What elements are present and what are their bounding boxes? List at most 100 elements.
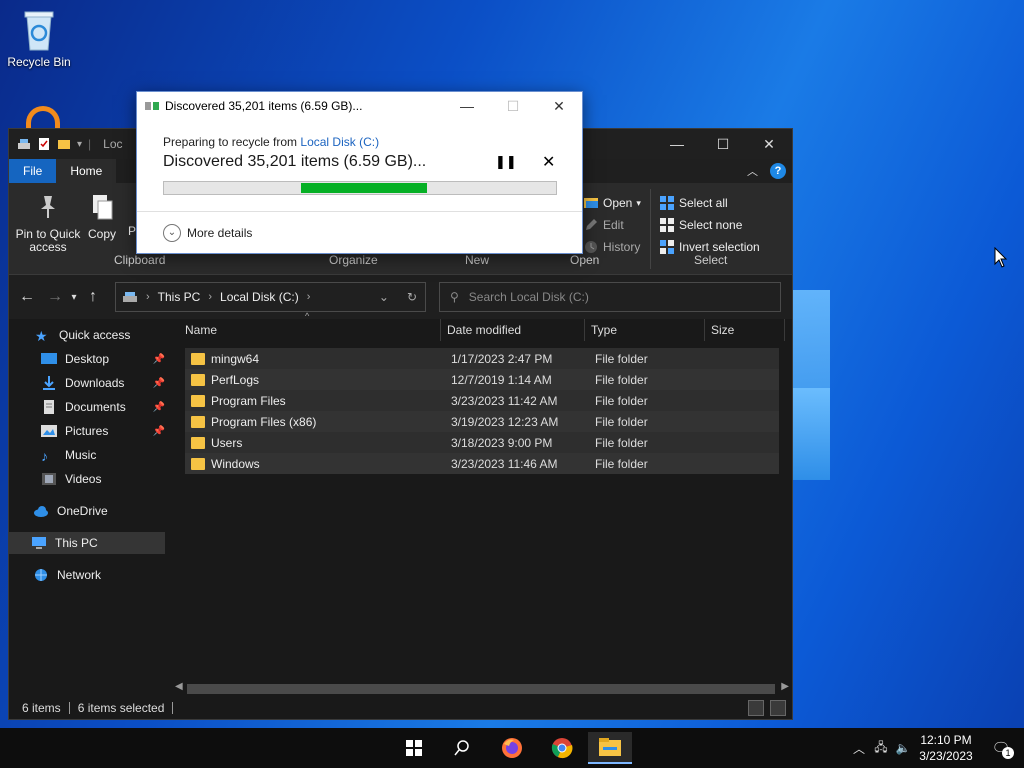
- table-row[interactable]: mingw64 1/17/2023 2:47 PM File folder: [185, 348, 779, 369]
- column-date-modified[interactable]: Date modified: [447, 319, 521, 341]
- up-arrow-icon[interactable]: ↑: [81, 288, 105, 306]
- group-organize-label: Organize: [329, 253, 378, 267]
- collapse-ribbon-chevron-icon[interactable]: ︿: [747, 163, 758, 179]
- dialog-titlebar[interactable]: Discovered 35,201 items (6.59 GB)... — ☐…: [137, 92, 582, 120]
- column-name[interactable]: Name: [185, 319, 217, 341]
- select-all-button[interactable]: Select all: [659, 193, 728, 213]
- pin-to-quick-access-button[interactable]: Pin to Quick access: [13, 193, 83, 254]
- file-explorer-taskbar-button[interactable]: [588, 732, 632, 764]
- help-icon[interactable]: ?: [770, 163, 786, 179]
- search-taskbar-button[interactable]: [440, 732, 484, 764]
- scroll-right-icon[interactable]: ▶: [781, 681, 789, 692]
- nav-music[interactable]: ♪ Music: [41, 444, 165, 466]
- taskbar: ︿ 🖧 🔈 12:10 PM 3/23/2023 🗨 1: [0, 728, 1024, 768]
- group-new-label: New: [465, 253, 490, 267]
- pin-icon[interactable]: 📌: [153, 426, 165, 437]
- dialog-close-button[interactable]: ✕: [536, 92, 582, 120]
- tab-home[interactable]: Home: [56, 159, 117, 183]
- window-title: Loc: [103, 137, 123, 151]
- more-details-toggle[interactable]: ⌄ More details: [137, 211, 582, 253]
- start-button[interactable]: [392, 732, 436, 764]
- table-row[interactable]: Program Files 3/23/2023 11:42 AM File fo…: [185, 390, 779, 411]
- search-box[interactable]: ⚲ Search Local Disk (C:): [439, 282, 781, 312]
- recycle-bin-desktop-icon[interactable]: Recycle Bin: [4, 8, 74, 69]
- tab-file[interactable]: File: [9, 159, 57, 183]
- nav-this-pc[interactable]: This PC: [9, 532, 165, 554]
- windows-logo-icon: [406, 740, 422, 756]
- open-button[interactable]: Open ▾: [583, 193, 641, 213]
- open-icon: [584, 198, 598, 208]
- pause-icon[interactable]: ❚❚: [495, 154, 517, 170]
- source-link[interactable]: Local Disk (C:): [300, 135, 379, 149]
- more-details-label: More details: [187, 225, 253, 240]
- properties-icon[interactable]: [37, 137, 51, 151]
- file-type: File folder: [595, 393, 648, 408]
- breadcrumb-local-disk[interactable]: Local Disk (C:): [220, 290, 299, 304]
- show-hidden-icons-chevron-icon[interactable]: ︿: [848, 740, 870, 757]
- cancel-operation-icon[interactable]: ✕: [542, 152, 555, 172]
- table-row[interactable]: PerfLogs 12/7/2019 1:14 AM File folder: [185, 369, 779, 390]
- quick-access-toolbar: ▾ | Loc: [9, 137, 123, 151]
- new-folder-icon[interactable]: [57, 137, 71, 151]
- back-arrow-icon[interactable]: ←: [15, 288, 39, 306]
- group-open-label: Open: [570, 253, 600, 267]
- nav-downloads[interactable]: Downloads 📌: [41, 372, 165, 394]
- edit-label: Edit: [603, 218, 624, 232]
- dialog-minimize-button[interactable]: —: [444, 92, 490, 120]
- nav-network[interactable]: Network: [33, 564, 165, 586]
- table-row[interactable]: Users 3/18/2023 9:00 PM File folder: [185, 432, 779, 453]
- horizontal-scrollbar[interactable]: ◀ ▶: [173, 681, 791, 697]
- qa-separator: |: [88, 137, 92, 151]
- nav-desktop[interactable]: Desktop 📌: [41, 348, 165, 370]
- nav-pictures[interactable]: Pictures 📌: [41, 420, 165, 442]
- folder-icon: [191, 394, 205, 407]
- recent-locations-chevron-icon[interactable]: ▾: [67, 292, 81, 303]
- select-none-button[interactable]: Select none: [659, 215, 742, 235]
- nav-quick-access[interactable]: ★ Quick access: [35, 324, 167, 346]
- nav-desktop-label: Desktop: [65, 352, 110, 366]
- address-dropdown-icon[interactable]: ⌄: [379, 290, 389, 304]
- scrollbar-thumb[interactable]: [187, 684, 775, 694]
- nav-documents-label: Documents: [65, 400, 126, 414]
- pin-icon[interactable]: 📌: [153, 378, 165, 389]
- nav-documents[interactable]: Documents 📌: [41, 396, 165, 418]
- column-size[interactable]: Size: [711, 319, 734, 341]
- progress-bar-fill: [301, 183, 427, 193]
- customize-qa-chevron-icon[interactable]: ▾: [77, 139, 82, 150]
- file-name: Program Files: [211, 393, 286, 408]
- edit-button[interactable]: Edit: [583, 215, 624, 235]
- file-type: File folder: [595, 351, 648, 366]
- pin-icon[interactable]: 📌: [153, 354, 165, 365]
- refresh-icon[interactable]: ↻: [407, 290, 417, 304]
- select-none-icon: [660, 218, 674, 232]
- file-explorer-icon: [599, 738, 621, 756]
- file-name: Users: [211, 435, 243, 450]
- volume-muted-icon[interactable]: 🔈: [892, 741, 914, 755]
- maximize-button[interactable]: ☐: [700, 129, 746, 159]
- copy-icon: [93, 195, 113, 220]
- large-icons-view-icon[interactable]: [770, 700, 786, 716]
- copy-button[interactable]: Copy: [87, 193, 117, 241]
- chrome-taskbar-button[interactable]: [540, 732, 584, 764]
- table-row[interactable]: Program Files (x86) 3/19/2023 12:23 AM F…: [185, 411, 779, 432]
- expand-chevron-icon: ⌄: [163, 223, 181, 242]
- table-row[interactable]: Windows 3/23/2023 11:46 AM File folder: [185, 453, 779, 474]
- scroll-left-icon[interactable]: ◀: [175, 681, 183, 692]
- nav-videos[interactable]: Videos: [41, 468, 165, 490]
- firefox-icon: [502, 738, 522, 758]
- details-view-icon[interactable]: [748, 700, 764, 716]
- network-status-icon[interactable]: 🖧: [870, 738, 892, 759]
- clock[interactable]: 12:10 PM 3/23/2023: [914, 732, 978, 764]
- documents-icon: [44, 400, 54, 414]
- nav-onedrive[interactable]: OneDrive: [33, 500, 165, 522]
- address-bar[interactable]: › This PC › Local Disk (C:) › ⌄ ↻: [115, 282, 426, 312]
- breadcrumb-this-pc[interactable]: This PC: [158, 290, 201, 304]
- forward-arrow-icon[interactable]: →: [43, 288, 67, 306]
- pin-icon[interactable]: 📌: [153, 402, 165, 413]
- nav-onedrive-label: OneDrive: [57, 504, 108, 518]
- column-type[interactable]: Type: [591, 319, 617, 341]
- action-center-icon[interactable]: 🗨 1: [978, 739, 1024, 759]
- firefox-taskbar-button[interactable]: [490, 732, 534, 764]
- close-button[interactable]: ✕: [746, 129, 792, 159]
- minimize-button[interactable]: —: [654, 129, 700, 159]
